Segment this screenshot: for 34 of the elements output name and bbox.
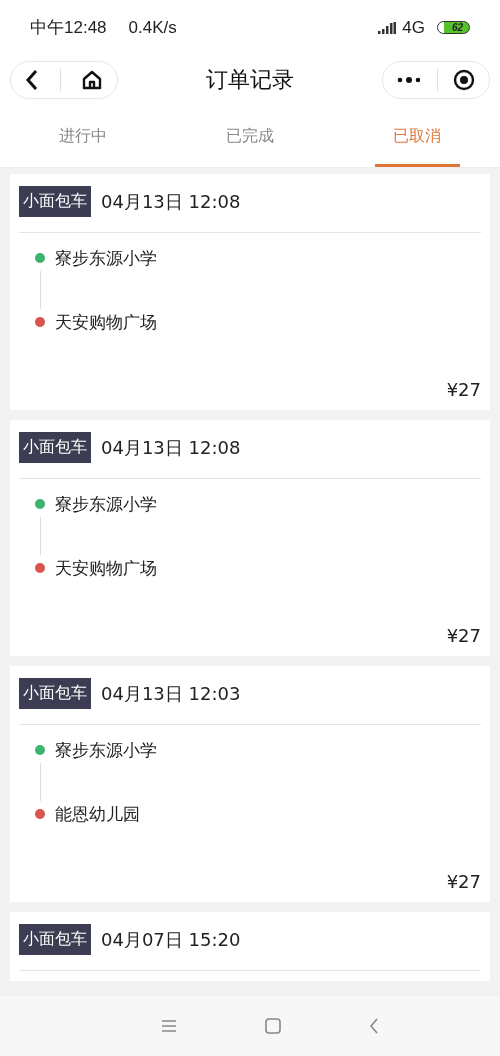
vehicle-tag: 小面包车 <box>19 186 91 217</box>
tab[interactable]: 已完成 <box>166 105 334 167</box>
stop-name: 寮步东源小学 <box>55 246 157 270</box>
signal-icon <box>378 21 397 34</box>
battery-indicator: 62 <box>436 21 470 34</box>
more-icon[interactable] <box>397 77 421 83</box>
page-title: 订单记录 <box>206 66 294 94</box>
tab[interactable]: 进行中 <box>0 105 167 167</box>
stop-name: 寮步东源小学 <box>55 492 157 516</box>
stop-name: 寮步东源小学 <box>55 738 157 762</box>
stop-name: 天安购物广场 <box>55 310 157 334</box>
back-icon[interactable] <box>25 69 39 91</box>
vehicle-tag: 小面包车 <box>19 678 91 709</box>
order-datetime: 04月13日 12:08 <box>101 435 241 460</box>
vehicle-tag: 小面包车 <box>19 432 91 463</box>
order-card[interactable]: 小面包车 04月07日 15:20 <box>10 912 490 981</box>
status-time: 中午12:48 <box>30 17 107 39</box>
close-icon[interactable] <box>453 69 475 91</box>
home-button-icon[interactable] <box>265 1018 281 1034</box>
order-datetime: 04月07日 15:20 <box>101 927 241 952</box>
order-card[interactable]: 小面包车 04月13日 12:08 寮步东源小学 天安购物广场 ¥27 <box>10 174 490 410</box>
network-speed: 0.4K/s <box>128 17 177 38</box>
vehicle-tag: 小面包车 <box>19 924 91 955</box>
stop-name: 天安购物广场 <box>55 556 157 580</box>
order-card[interactable]: 小面包车 04月13日 12:03 寮步东源小学 能恩幼儿园 ¥27 <box>10 666 490 902</box>
order-price: ¥27 <box>446 379 481 400</box>
order-price: ¥27 <box>446 625 481 646</box>
network-type: 4G <box>402 17 425 38</box>
order-card[interactable]: 小面包车 04月13日 12:08 寮步东源小学 天安购物广场 ¥27 <box>10 420 490 656</box>
stop-name: 能恩幼儿园 <box>55 802 140 826</box>
home-icon[interactable] <box>81 69 103 91</box>
order-datetime: 04月13日 12:08 <box>101 189 241 214</box>
order-price: ¥27 <box>446 871 481 892</box>
order-datetime: 04月13日 12:03 <box>101 681 241 706</box>
